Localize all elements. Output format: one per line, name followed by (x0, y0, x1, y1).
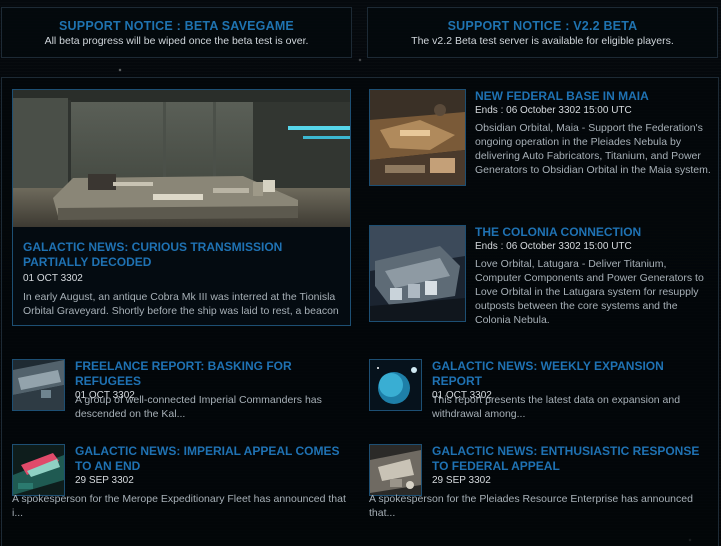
news-summary: This report presents the latest data on … (432, 394, 681, 420)
goal-thumbnail[interactable] (369, 225, 466, 322)
featured-article-image[interactable] (13, 90, 350, 227)
notice-beta-savegame: SUPPORT NOTICE : BETA SAVEGAME All beta … (1, 7, 352, 58)
notice-text: The v2.2 Beta test server is available f… (411, 35, 674, 47)
goal-text: THE COLONIA CONNECTION Ends : 06 October… (475, 225, 711, 327)
news-text: GALACTIC NEWS: IMPERIAL APPEAL COMES TO … (75, 444, 353, 487)
notice-title-link[interactable]: SUPPORT NOTICE : V2.2 BETA (368, 19, 717, 33)
news-thumbnail[interactable] (369, 444, 422, 496)
news-summary: A group of well-connected Imperial Comma… (75, 394, 322, 420)
goal-thumbnail[interactable] (369, 89, 466, 186)
news-thumbnail[interactable] (12, 444, 65, 496)
goal-title[interactable]: NEW FEDERAL BASE IN MAIA (475, 89, 711, 104)
news-thumbnail[interactable] (12, 359, 65, 411)
goal-description: Love Orbital, Latugara - Deliver Titaniu… (475, 258, 704, 326)
news-text: GALACTIC NEWS: ENTHUSIASTIC RESPONSE TO … (432, 444, 710, 487)
news-thumbnail[interactable] (369, 359, 422, 411)
featured-article-summary: In early August, an antique Cobra Mk III… (23, 291, 339, 320)
news-title[interactable]: GALACTIC NEWS: IMPERIAL APPEAL COMES TO … (75, 444, 353, 474)
goal-end-date: Ends : 06 October 3302 15:00 UTC (475, 241, 632, 252)
goal-text: NEW FEDERAL BASE IN MAIA Ends : 06 Octob… (475, 89, 711, 177)
featured-article-title[interactable]: GALACTIC NEWS: CURIOUS TRANSMISSION PART… (23, 240, 343, 270)
goal-description: Obsidian Orbital, Maia - Support the Fed… (475, 122, 711, 176)
news-summary: A spokesperson for the Merope Expedition… (12, 493, 346, 519)
goal-title[interactable]: THE COLONIA CONNECTION (475, 225, 711, 240)
notice-text: All beta progress will be wiped once the… (44, 35, 309, 47)
news-title[interactable]: GALACTIC NEWS: WEEKLY EXPANSION REPORT (432, 359, 710, 389)
featured-article-date: 01 OCT 3302 (23, 273, 83, 284)
goal-end-date: Ends : 06 October 3302 15:00 UTC (475, 105, 632, 116)
news-title[interactable]: GALACTIC NEWS: ENTHUSIASTIC RESPONSE TO … (432, 444, 710, 474)
news-date: 29 SEP 3302 (75, 475, 134, 486)
news-title[interactable]: FREELANCE REPORT: BASKING FOR REFUGEES (75, 359, 353, 389)
featured-article[interactable]: GALACTIC NEWS: CURIOUS TRANSMISSION PART… (12, 89, 351, 326)
notice-title-link[interactable]: SUPPORT NOTICE : BETA SAVEGAME (2, 19, 351, 33)
news-summary: A spokesperson for the Pleiades Resource… (369, 493, 693, 519)
notice-v22-beta: SUPPORT NOTICE : V2.2 BETA The v2.2 Beta… (367, 7, 718, 58)
news-date: 29 SEP 3302 (432, 475, 491, 486)
featured-article-text: GALACTIC NEWS: CURIOUS TRANSMISSION PART… (23, 240, 343, 320)
